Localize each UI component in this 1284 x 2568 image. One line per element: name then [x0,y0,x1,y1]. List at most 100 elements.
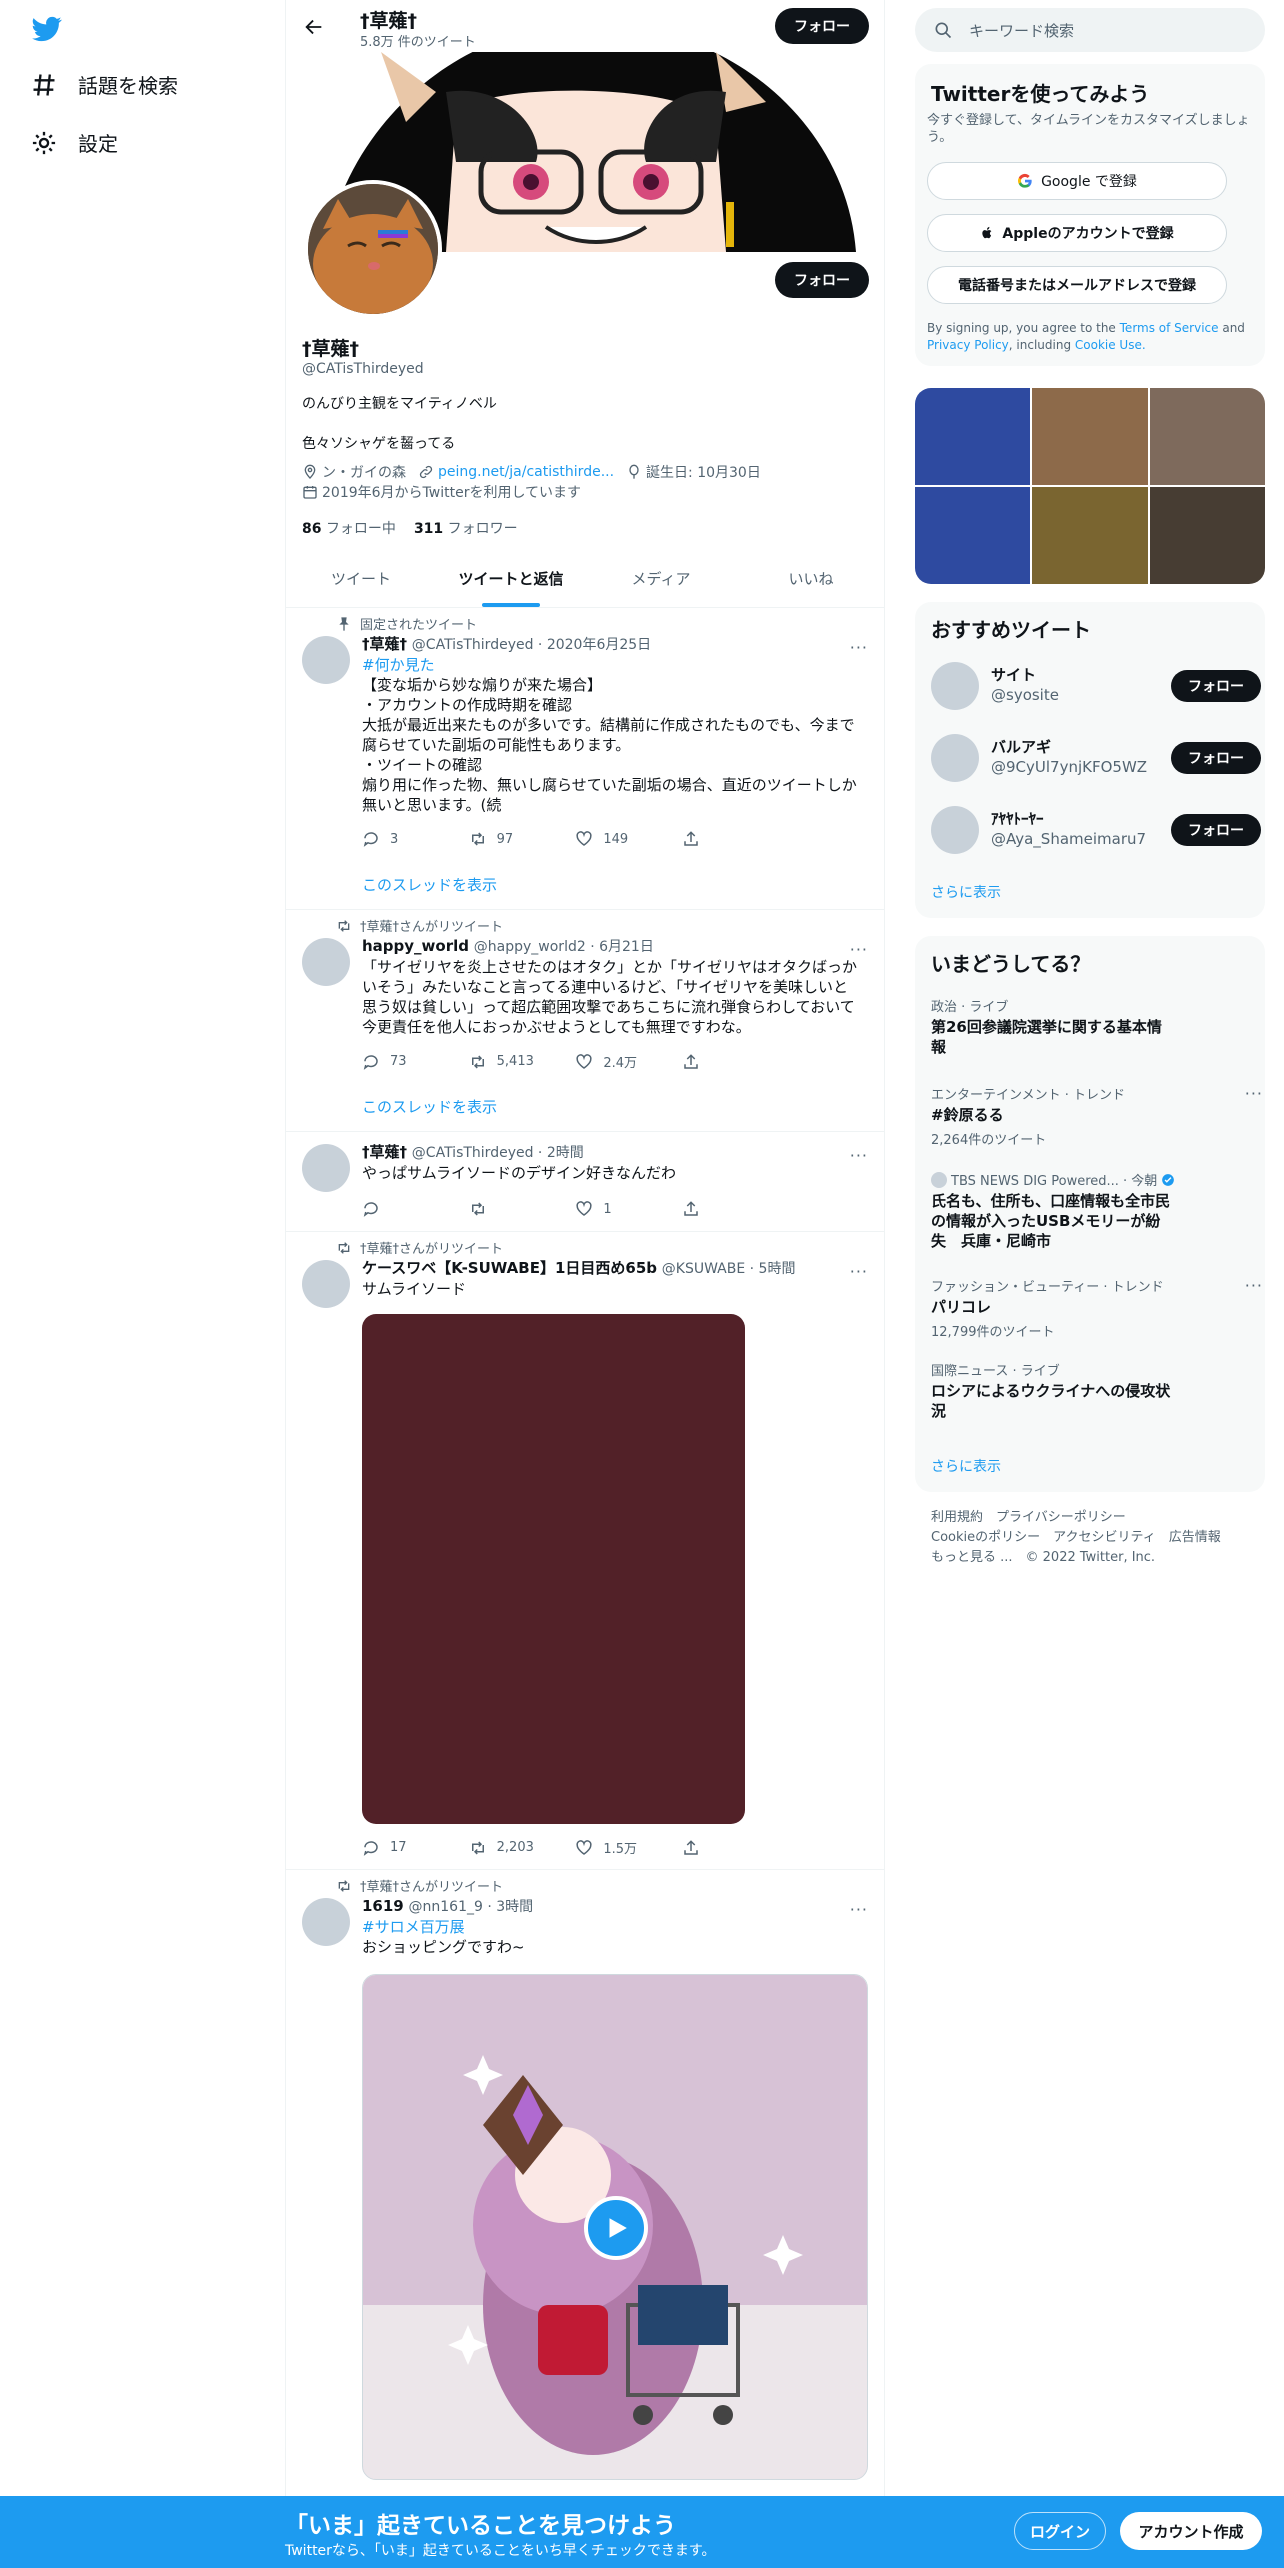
google-icon [1018,173,1032,188]
trend-more-icon[interactable]: ··· [1245,1276,1263,1295]
tweet-avatar[interactable] [302,938,350,986]
reply-button[interactable]: 3 [362,830,462,848]
tweet-hashtag[interactable]: #サロメ百万展 [362,1917,870,1937]
apple-signup-button[interactable]: Appleのアカウントで登録 [927,214,1227,252]
reply-button[interactable]: 73 [362,1052,462,1071]
like-button[interactable]: 1 [575,1200,675,1218]
tweet-avatar[interactable] [302,636,350,684]
tweet-own[interactable]: †草薙† @CATisThirdeyed · 2時間 やっぱサムライソードのデザ… [286,1132,884,1232]
tweet-more-icon[interactable]: ··· [850,638,868,657]
footer-line[interactable]: 利用規約 プライバシーポリシー [931,1508,1251,1528]
trend-item[interactable]: エンターテインメント · トレンド #鈴原るる 2,264件のツイート ··· [931,1084,1262,1148]
retweet-button[interactable]: 97 [469,830,569,848]
media-thumb[interactable] [1032,388,1148,485]
footer-line[interactable]: Cookieのポリシー アクセシビリティ 広告情報 [931,1528,1251,1548]
profile-following[interactable]: 86 フォロー中 [302,518,396,538]
tweet-retweet-1619[interactable]: †草薙†さんがリツイート 1619 @nn161_9 · 3時間 #サロメ百万展… [286,1870,884,2568]
tweet-author-name[interactable]: †草薙† [362,635,407,653]
trends-show-more[interactable]: さらに表示 [931,1456,1001,1476]
media-thumb[interactable] [1149,487,1265,584]
follow-button[interactable]: フォロー [1171,670,1261,702]
share-button[interactable] [682,830,782,848]
tweet-avatar[interactable] [302,1144,350,1192]
privacy-link[interactable]: Privacy Policy [927,338,1009,352]
login-button[interactable]: ログイン [1014,2512,1106,2550]
reply-button[interactable] [362,1200,462,1218]
header-follow-button[interactable]: フォロー [775,8,869,44]
terms-link[interactable]: Terms of Service [1120,321,1219,335]
media-thumb[interactable] [1149,388,1265,485]
follow-button[interactable]: フォロー [1171,742,1261,774]
trends-title: いまどうしてる？ [931,952,1091,976]
tweet-hashtag[interactable]: #何か見た [362,655,870,675]
media-thumb[interactable] [1032,487,1148,584]
recommended-user[interactable]: サイト @syosite フォロー [931,658,1261,714]
follow-button[interactable]: フォロー [1171,814,1261,846]
tweet-retweet-ksuwabe[interactable]: †草薙†さんがリツイート ケースワベ【K-SUWABE】1日目西め65b @KS… [286,1232,884,1870]
tab-tweets[interactable]: ツイート [286,550,436,607]
profile-follow-button[interactable]: フォロー [775,262,869,298]
heart-icon [576,1839,592,1855]
retweet-button[interactable]: 2,203 [469,1838,569,1857]
trend-more-icon[interactable]: ··· [1245,1084,1263,1103]
tweet-author-name[interactable]: happy_world [362,937,469,955]
like-button[interactable]: 2.4万 [575,1052,675,1071]
share-button[interactable] [682,1838,782,1857]
share-button[interactable] [682,1052,782,1071]
tab-likes[interactable]: いいね [736,550,884,607]
retweet-button[interactable] [469,1200,569,1218]
like-button[interactable]: 1.5万 [575,1838,675,1857]
recommended-user[interactable]: バルアギ @9CyUl7ynjKFO5WZ フォロー [931,730,1261,786]
nav-settings[interactable]: 設定 [30,128,118,157]
tweet-more-icon[interactable]: ··· [850,1146,868,1165]
search-bar[interactable]: キーワード検索 [915,8,1265,52]
back-arrow-icon[interactable] [302,16,326,38]
profile-website[interactable]: peing.net/ja/catisthirde... [418,464,614,480]
tweet-pinned[interactable]: 固定されたツイート †草薙† @CATisThirdeyed · 2020年6月… [286,608,884,910]
profile-followers[interactable]: 311 フォロワー [414,518,518,538]
footer-line[interactable]: もっと見る ... © 2022 Twitter, Inc. [931,1548,1251,1568]
show-thread-link[interactable]: このスレッドを表示 [362,874,497,895]
tweet-author-name[interactable]: †草薙† [362,1143,407,1161]
reply-button[interactable]: 17 [362,1838,462,1857]
retweet-button[interactable]: 5,413 [469,1052,569,1071]
share-button[interactable] [682,1200,782,1218]
media-thumb[interactable] [915,388,1031,485]
tweet-more-icon[interactable]: ··· [850,1262,868,1281]
recommended-user[interactable]: ｱﾔﾔﾄｰﾔｰ @Aya_Shameimaru7 フォロー [931,802,1261,858]
trend-item[interactable]: ファッション・ビューティー · トレンド パリコレ 12,799件のツイート ·… [931,1276,1262,1340]
tab-tweets-and-replies[interactable]: ツイートと返信 [436,550,586,607]
google-signup-button[interactable]: Google で登録 [927,162,1227,200]
recommended-show-more[interactable]: さらに表示 [931,882,1001,902]
tweet-media-video[interactable] [362,1974,868,2480]
tweet-text-line: 腐らせていた副垢の可能性もあります。 [362,736,631,754]
tweet-retweet-happy-world[interactable]: †草薙†さんがリツイート happy_world @happy_world2 ·… [286,910,884,1132]
tweet-author-name[interactable]: ケースワベ【K-SUWABE】1日目西め65b [362,1259,657,1277]
tweet-avatar[interactable] [302,1898,350,1946]
twitter-logo-icon[interactable] [30,14,64,44]
signup-button[interactable]: アカウント作成 [1120,2512,1262,2550]
trend-item[interactable]: 国際ニュース · ライブ ロシアによるウクライナへの侵攻状況 [931,1360,1251,1421]
phone-signup-button[interactable]: 電話番号またはメールアドレスで登録 [927,266,1227,304]
share-icon [684,1053,698,1069]
play-button[interactable] [584,2196,648,2260]
tab-media[interactable]: メディア [586,550,736,607]
trend-item[interactable]: TBS NEWS DIG Powered... · 今朝 氏名も、住所も、口座情… [931,1170,1251,1251]
tweet-media-image[interactable] [362,1314,745,1824]
cookie-link[interactable]: Cookie Use. [1075,338,1146,352]
like-button[interactable]: 149 [575,830,675,848]
tweet-more-icon[interactable]: ··· [850,940,868,959]
media-thumb[interactable] [915,487,1031,584]
tweet-text-line: 今更責任を他人におっかぶせようとしても無理ですわな。 [362,1018,751,1036]
location-pin-icon [304,464,316,479]
trend-item[interactable]: 政治 · ライブ 第26回参議院選挙に関する基本情報 [931,996,1251,1057]
tweet-more-icon[interactable]: ··· [850,1900,868,1919]
profile-avatar[interactable] [304,180,442,318]
tweet-text-line: 「サイゼリヤを炎上させたのはオタク」とか「サイゼリヤはオタクばっか [362,958,858,976]
tweet-handle-time: @happy_world2 · 6月21日 [473,939,654,955]
tweet-author-name[interactable]: 1619 [362,1897,404,1915]
tweet-avatar[interactable] [302,1260,350,1308]
nav-explore[interactable]: 話題を検索 [30,70,178,99]
show-thread-link[interactable]: このスレッドを表示 [362,1096,497,1117]
profile-website-link[interactable]: peing.net/ja/catisthirde... [438,464,614,480]
